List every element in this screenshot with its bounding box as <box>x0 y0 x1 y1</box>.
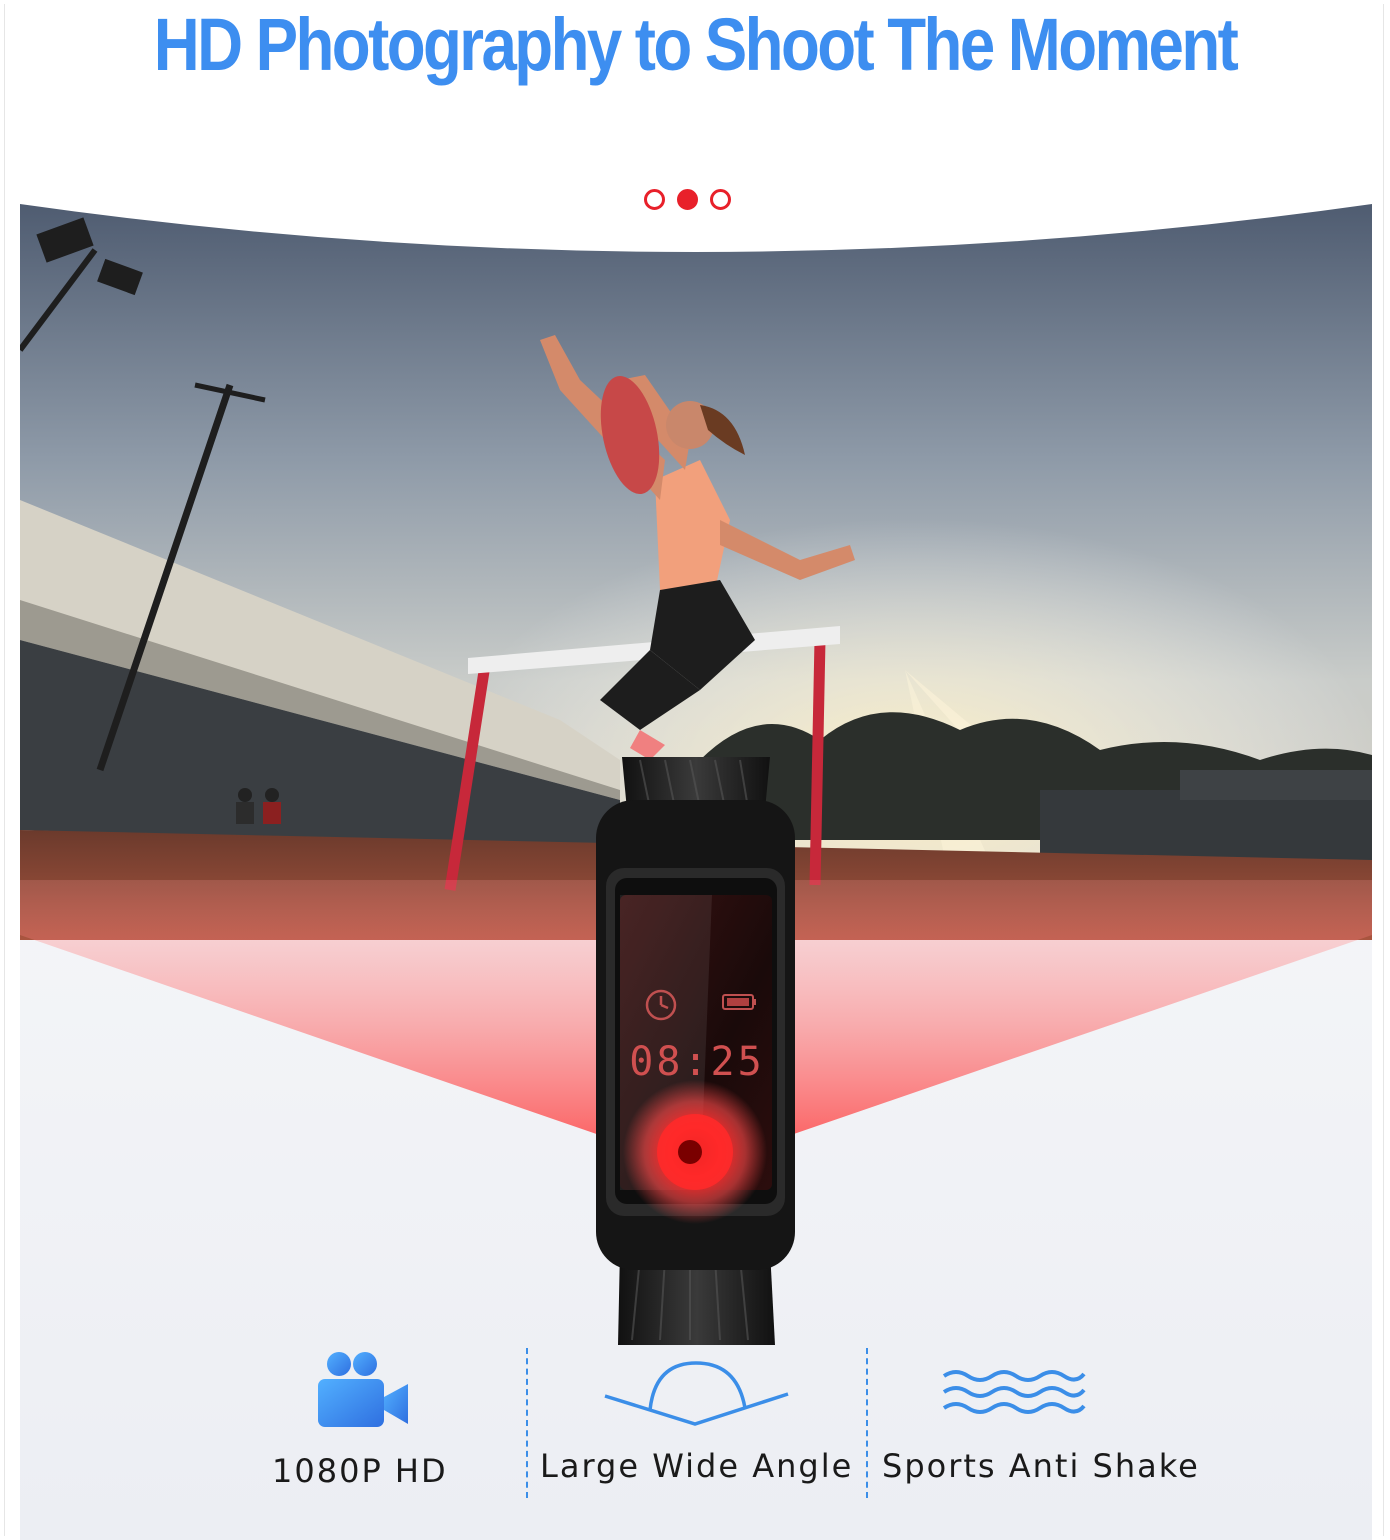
product-scene: 08:25 <box>20 204 1372 1540</box>
watch-time: 08:25 <box>629 1039 764 1085</box>
feature-label-wide-angle: Large Wide Angle <box>540 1447 854 1485</box>
feature-label-anti-shake: Sports Anti Shake <box>882 1447 1200 1485</box>
smart-watch: 08:25 <box>596 757 795 1345</box>
video-camera-icon <box>318 1352 408 1427</box>
waves-icon <box>942 1370 1086 1414</box>
feature-label-1080p: 1080P HD <box>272 1452 448 1490</box>
wide-angle-icon <box>604 1361 789 1426</box>
feature-divider <box>866 1348 868 1498</box>
feature-divider <box>526 1348 528 1498</box>
